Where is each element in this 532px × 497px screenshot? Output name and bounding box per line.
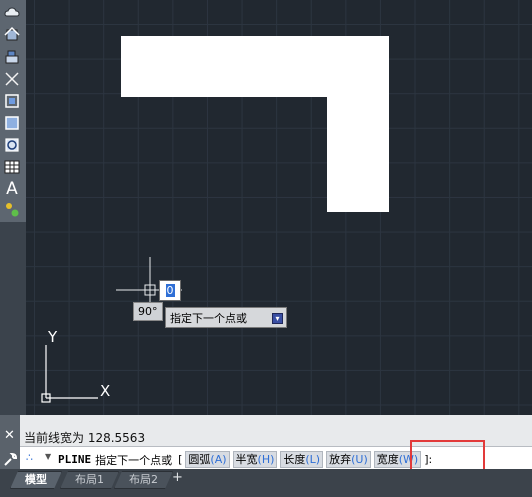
command-name: PLINE	[58, 453, 92, 466]
point-icon[interactable]	[2, 200, 22, 219]
command-prompt-text: 指定下一个点或	[95, 453, 173, 467]
option-undo[interactable]: 放弃(U)	[326, 451, 371, 468]
block-insert-icon[interactable]	[2, 25, 22, 44]
option-arc[interactable]: 圆弧(A)	[185, 451, 230, 468]
line-tool-icon[interactable]	[2, 69, 22, 88]
ucs-icon	[41, 345, 98, 403]
drawn-polyline-shape	[121, 36, 389, 212]
ucs-y-label: Y	[47, 328, 58, 346]
tab-layout2[interactable]: 布局2	[114, 471, 173, 489]
dynamic-prompt-text: 指定下一个点或	[170, 312, 247, 325]
command-open-bracket: [	[178, 453, 183, 466]
add-layout-icon[interactable]: +	[172, 470, 183, 485]
command-window-sidebar: ✕	[0, 415, 20, 469]
layout-tab-bar: 模型 布局1 布局2 +	[0, 469, 532, 497]
multiline-text-icon[interactable]: A	[2, 179, 22, 199]
coordinate-value: 0	[165, 284, 175, 297]
ucs-x-label: X	[100, 382, 110, 400]
option-length[interactable]: 长度(L)	[280, 451, 324, 468]
tab-layout1[interactable]: 布局1	[60, 471, 119, 489]
tab-model[interactable]: 模型	[10, 471, 62, 489]
toolbar-background	[0, 222, 26, 415]
region-icon[interactable]	[2, 91, 22, 110]
cloud-icon[interactable]	[2, 3, 22, 22]
close-icon[interactable]: ✕	[4, 429, 15, 442]
table-icon[interactable]	[2, 157, 22, 176]
wrench-icon[interactable]	[3, 452, 18, 467]
make-block-icon[interactable]	[2, 47, 22, 66]
option-halfwidth[interactable]: 半宽(H)	[232, 451, 278, 468]
draw-toolbar: A	[0, 0, 27, 222]
down-arrow-icon[interactable]: ▾	[272, 313, 283, 324]
hatch-icon[interactable]	[2, 113, 22, 132]
dynamic-prompt-tooltip: 指定下一个点或 ▾	[165, 307, 287, 328]
drawing-overlay: Y X	[41, 36, 389, 403]
angle-tooltip: 90°	[133, 302, 163, 321]
gradient-icon[interactable]	[2, 135, 22, 154]
recent-commands-dropdown-icon[interactable]: ▼	[45, 452, 51, 461]
command-prompt: PLINE 指定下一个点或 [ 圆弧(A) 半宽(H) 长度(L) 放弃(U) …	[58, 451, 432, 468]
command-dots-icon: ∴	[26, 451, 33, 464]
dynamic-coordinate-input[interactable]: 0	[159, 280, 181, 301]
command-history-text: 当前线宽为 128.5563	[24, 431, 146, 445]
